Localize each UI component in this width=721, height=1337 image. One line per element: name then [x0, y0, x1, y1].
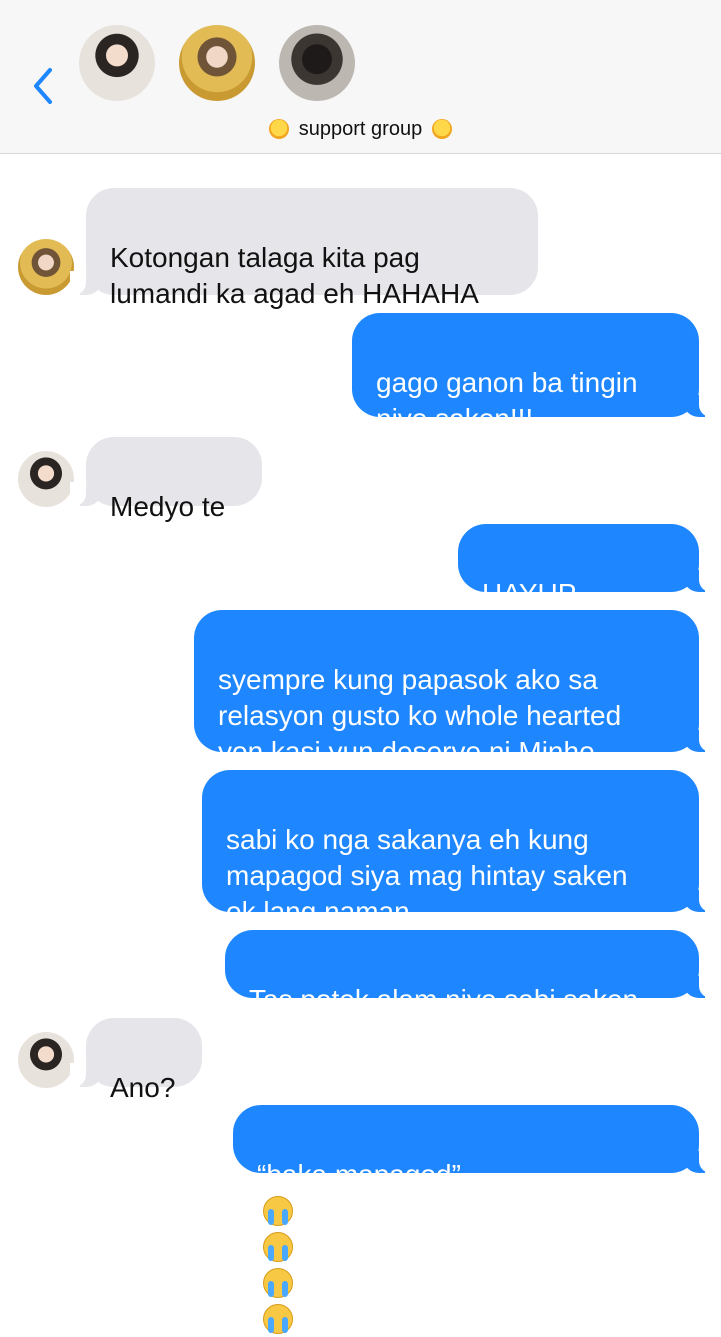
message-text: Tas potek alam niyo sabi saken — [249, 984, 639, 1015]
chevron-left-icon — [34, 68, 52, 104]
crying-face-icon — [263, 1232, 293, 1262]
outgoing-message-bubble[interactable]: syempre kung papasok ako sa relasyon gus… — [194, 610, 715, 767]
participant-avatar-3[interactable] — [279, 25, 355, 101]
outgoing-message-bubble[interactable]: “baka mapagod” — [233, 1105, 715, 1334]
sun-icon — [268, 119, 289, 139]
sun-icon — [432, 119, 453, 139]
conversation-header: support group — [0, 0, 721, 154]
incoming-message-bubble[interactable]: Ano? — [70, 1018, 202, 1103]
participant-avatar-1[interactable] — [79, 25, 155, 101]
message-text: sabi ko nga sakanya eh kung mapagod siya… — [226, 824, 628, 927]
message-text: “baka mapagod” — [257, 1159, 461, 1190]
incoming-message-bubble[interactable]: Medyo te — [70, 437, 262, 522]
crying-face-icon — [263, 1268, 293, 1298]
group-name-label: support group — [298, 117, 423, 140]
outgoing-message-bubble[interactable]: gago ganon ba tingin niyo saken!!! — [352, 313, 715, 434]
sender-avatar[interactable] — [18, 451, 74, 507]
sender-avatar[interactable] — [18, 239, 74, 295]
outgoing-message-bubble[interactable]: sabi ko nga sakanya eh kung mapagod siya… — [202, 770, 715, 927]
outgoing-message-bubble[interactable]: Tas potek alam niyo sabi saken — [225, 930, 715, 1015]
group-title[interactable]: support group — [0, 115, 721, 143]
message-text: gago ganon ba tingin niyo saken!!! — [376, 367, 638, 434]
crying-face-icon — [263, 1304, 293, 1334]
sender-avatar[interactable] — [18, 1032, 74, 1088]
message-text: Kotongan talaga kita pag lumandi ka agad… — [110, 242, 479, 309]
participant-avatar-2[interactable] — [179, 25, 255, 101]
message-text: Ano? — [110, 1072, 176, 1103]
message-text: HAYUP — [482, 578, 577, 609]
message-text: syempre kung papasok ako sa relasyon gus… — [218, 664, 622, 767]
crying-face-icon — [263, 1196, 293, 1226]
incoming-message-bubble[interactable]: Kotongan talaga kita pag lumandi ka agad… — [70, 188, 538, 309]
message-list: Kotongan talaga kita pag lumandi ka agad… — [0, 154, 721, 1334]
back-button[interactable] — [26, 62, 62, 110]
message-text: Medyo te — [110, 491, 226, 522]
outgoing-message-bubble[interactable]: HAYUP — [458, 524, 715, 681]
